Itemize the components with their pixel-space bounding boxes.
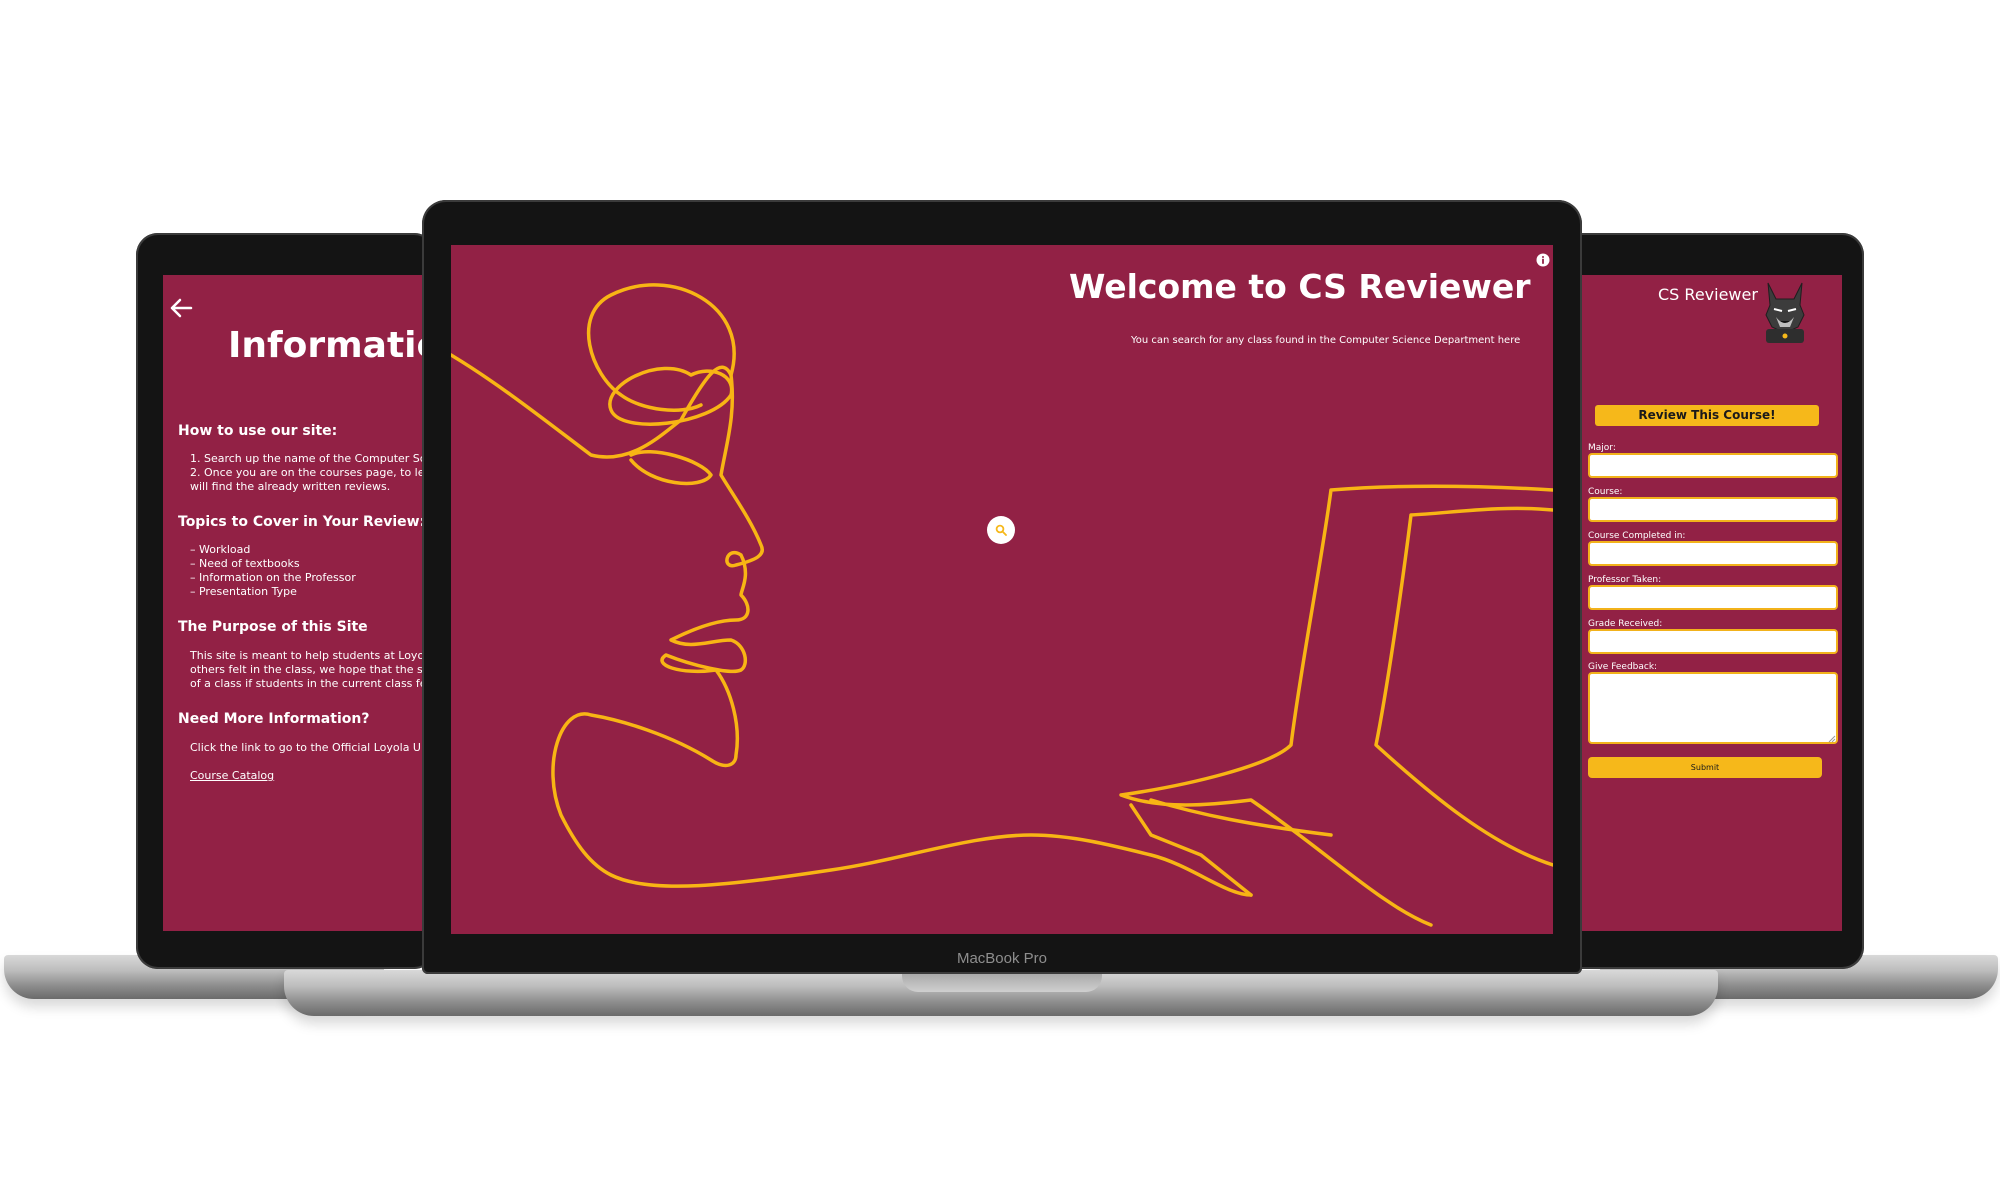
section-line: others felt in the class, we hope that t… [190,663,442,676]
site-name: CS Reviewer [1658,285,1758,304]
section-line: of a class if students in the current cl… [190,677,437,690]
major-label: Major: [1588,443,1616,453]
grade-input[interactable] [1588,629,1838,654]
feedback-textarea[interactable] [1588,672,1838,744]
section-heading: Topics to Cover in Your Review: [178,514,426,530]
section-line: will find the already written reviews. [190,480,391,493]
course-completed-input[interactable] [1588,541,1838,566]
info-icon[interactable] [1536,253,1550,267]
center-laptop-notch [902,972,1102,992]
welcome-page: Welcome to CS Reviewer You can search fo… [451,245,1553,934]
line-art-illustration [451,283,1553,927]
course-label: Course: [1588,487,1623,497]
section-line: – Workload [190,543,251,556]
course-input[interactable] [1588,497,1838,522]
section-line: – Presentation Type [190,585,297,598]
section-line: Click the link to go to the Official Loy… [190,741,438,754]
grade-label: Grade Received: [1588,619,1663,629]
section-heading: The Purpose of this Site [178,619,368,635]
section-heading: How to use our site: [178,423,338,439]
professor-input[interactable] [1588,585,1838,610]
arrow-left-icon[interactable] [169,297,193,319]
information-page: Informatio How to use our site: 1. Searc… [163,275,443,931]
search-icon [995,524,1007,536]
feedback-label: Give Feedback: [1588,662,1658,672]
page-subtitle: You can search for any class found in th… [1131,335,1521,346]
resize-handle-icon[interactable] [1828,735,1836,743]
review-form-page: CS Reviewer Review This Course! Major: C… [1578,275,1842,931]
section-line: – Need of textbooks [190,557,300,570]
major-input[interactable] [1588,453,1838,478]
section-line: 1. Search up the name of the Computer Sc… [190,452,443,465]
search-button[interactable] [987,516,1015,544]
submit-button[interactable]: Submit [1588,757,1822,778]
page-title: Welcome to CS Reviewer [1069,267,1531,306]
page-title: Informatio [228,325,442,366]
section-heading: Need More Information? [178,711,370,727]
course-catalog-link[interactable]: Course Catalog [190,769,274,782]
course-completed-label: Course Completed in: [1588,531,1686,541]
section-line: 2. Once you are on the courses page, to … [190,466,443,479]
section-line: – Information on the Professor [190,571,356,584]
professor-label: Professor Taken: [1588,575,1662,585]
device-label: MacBook Pro [956,950,1048,967]
section-line: This site is meant to help students at L… [190,649,434,662]
wolf-mascot-icon [1765,282,1805,343]
review-course-button[interactable]: Review This Course! [1595,405,1819,426]
